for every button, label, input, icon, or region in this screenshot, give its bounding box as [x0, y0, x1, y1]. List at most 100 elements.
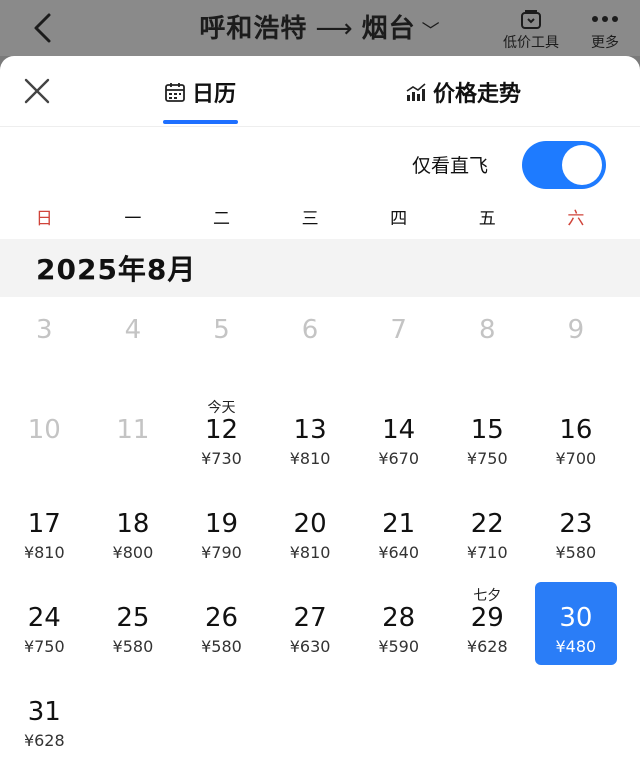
- chevron-down-icon: ﹀: [421, 21, 441, 42]
- day-price: ¥580: [112, 637, 154, 656]
- day-price: ¥750: [466, 449, 508, 468]
- day-number: 28: [382, 603, 416, 633]
- day-number: 21: [382, 509, 416, 539]
- day-number: 15: [470, 415, 504, 445]
- day-price: ¥590: [378, 637, 420, 656]
- day-number: 9: [567, 315, 585, 345]
- calendar-day: 4: [89, 297, 178, 391]
- calendar-week-row: 3 4 5 6 7 8 9: [0, 297, 640, 391]
- calendar-day[interactable]: 26 ¥580: [177, 579, 266, 673]
- calendar-day[interactable]: 13 ¥810: [266, 391, 355, 485]
- day-number: 10: [27, 415, 61, 445]
- day-number: 3: [36, 315, 53, 345]
- weekday-mon: 一: [124, 209, 142, 229]
- day-price: ¥810: [23, 543, 65, 562]
- calendar-day[interactable]: 23 ¥580: [532, 485, 621, 579]
- low-price-tool-label: 低价工具: [503, 35, 559, 51]
- day-price: ¥628: [466, 637, 508, 656]
- day-number: 11: [116, 415, 150, 445]
- day-price: ¥580: [201, 637, 242, 656]
- close-button[interactable]: [20, 74, 54, 108]
- calendar-day[interactable]: 22 ¥710: [443, 485, 532, 579]
- calendar-day: 11: [89, 391, 178, 485]
- weekday-fri: 五: [478, 209, 496, 229]
- weekday-wed: 三: [301, 209, 319, 229]
- day-number: 4: [124, 315, 142, 345]
- day-number: 8: [478, 315, 496, 345]
- calendar-day: 9: [532, 297, 621, 391]
- day-number: 6: [301, 315, 319, 345]
- tab-price-trend[interactable]: 价格走势: [405, 72, 521, 112]
- calendar-week-row: 24 ¥750 25 ¥580 26 ¥580 27 ¥630 28 ¥590 七夕 29 ¥628 30…: [0, 579, 640, 673]
- more-button[interactable]: 更多: [570, 6, 640, 52]
- day-price: ¥810: [289, 449, 331, 468]
- weekday-tue: 二: [212, 209, 230, 229]
- calendar-day[interactable]: 今天 12 ¥730: [177, 391, 266, 485]
- low-price-tool-button[interactable]: 低价工具: [496, 6, 566, 52]
- day-number: 23: [559, 509, 593, 539]
- calendar-day[interactable]: 14 ¥670: [354, 391, 443, 485]
- day-price: ¥670: [378, 449, 420, 468]
- day-price: ¥800: [112, 543, 154, 562]
- calendar-day[interactable]: 17 ¥810: [0, 485, 89, 579]
- calendar-day[interactable]: 24 ¥750: [0, 579, 89, 673]
- calendar-day: 7: [354, 297, 443, 391]
- calendar-week-row: 31 ¥628: [0, 673, 640, 767]
- calendar-day: 3: [0, 297, 89, 391]
- direct-flight-filter: 仅看直飞: [0, 127, 640, 199]
- calendar-day[interactable]: 七夕 29 ¥628: [443, 579, 532, 673]
- calendar-day: 8: [443, 297, 532, 391]
- calendar-day[interactable]: 21 ¥640: [354, 485, 443, 579]
- month-title: 2025年8月: [0, 239, 640, 297]
- active-tab-indicator: [163, 120, 238, 124]
- more-label: 更多: [591, 35, 619, 51]
- day-number: 25: [116, 603, 150, 633]
- calendar-day: 10: [0, 391, 89, 485]
- calendar-week-row: 17 ¥810 18 ¥800 19 ¥790 20 ¥810 21 ¥640 22 ¥710 23 ¥5…: [0, 485, 640, 579]
- calendar-day[interactable]: 15 ¥750: [443, 391, 532, 485]
- day-price: ¥580: [555, 543, 597, 562]
- day-price: ¥700: [555, 449, 597, 468]
- calendar-day: 5: [177, 297, 266, 391]
- calendar-day[interactable]: 27 ¥630: [266, 579, 355, 673]
- calendar-day[interactable]: 25 ¥580: [89, 579, 178, 673]
- tab-calendar-label: 日历: [192, 82, 237, 107]
- day-number: 17: [27, 509, 61, 539]
- more-dots-icon: [592, 16, 618, 22]
- tab-calendar[interactable]: 日历: [164, 72, 236, 112]
- calendar-day[interactable]: 19 ¥790: [177, 485, 266, 579]
- day-price: ¥710: [466, 543, 508, 562]
- day-number: 12: [204, 415, 239, 445]
- day-number: 16: [559, 415, 593, 445]
- day-number: 7: [390, 315, 407, 345]
- day-number: 19: [204, 509, 239, 539]
- day-number: 20: [293, 509, 327, 539]
- calendar-day[interactable]: 18 ¥800: [89, 485, 178, 579]
- trend-chart-icon: [406, 83, 426, 101]
- toggle-knob: [562, 145, 602, 185]
- day-number: 13: [293, 415, 327, 445]
- day-tag: 今天: [207, 400, 236, 416]
- day-number: 18: [116, 509, 150, 539]
- calendar-day[interactable]: 20 ¥810: [266, 485, 355, 579]
- day-price: ¥810: [289, 543, 331, 562]
- day-tag: 七夕: [473, 588, 502, 604]
- day-number: 27: [293, 603, 327, 633]
- calendar-day-selected[interactable]: 30 ¥480: [532, 579, 621, 673]
- weekday-header: 日 一 二 三 四 五 六: [0, 199, 640, 239]
- day-price: ¥790: [201, 543, 242, 562]
- route-arrow: ⟶: [315, 14, 354, 44]
- day-price: ¥480: [555, 637, 597, 656]
- day-number: 26: [204, 603, 239, 633]
- direct-only-toggle[interactable]: [522, 141, 606, 189]
- calendar-day[interactable]: 16 ¥700: [532, 391, 621, 485]
- calendar-day: 6: [266, 297, 355, 391]
- direct-only-label: 仅看直飞: [412, 155, 489, 177]
- day-number: 31: [27, 697, 61, 727]
- day-number: 14: [382, 415, 416, 445]
- day-number: 5: [213, 315, 230, 345]
- calendar-day[interactable]: 31 ¥628: [0, 673, 89, 767]
- calendar-day[interactable]: 28 ¥590: [354, 579, 443, 673]
- calendar-icon: [165, 83, 185, 102]
- day-number: 22: [470, 509, 504, 539]
